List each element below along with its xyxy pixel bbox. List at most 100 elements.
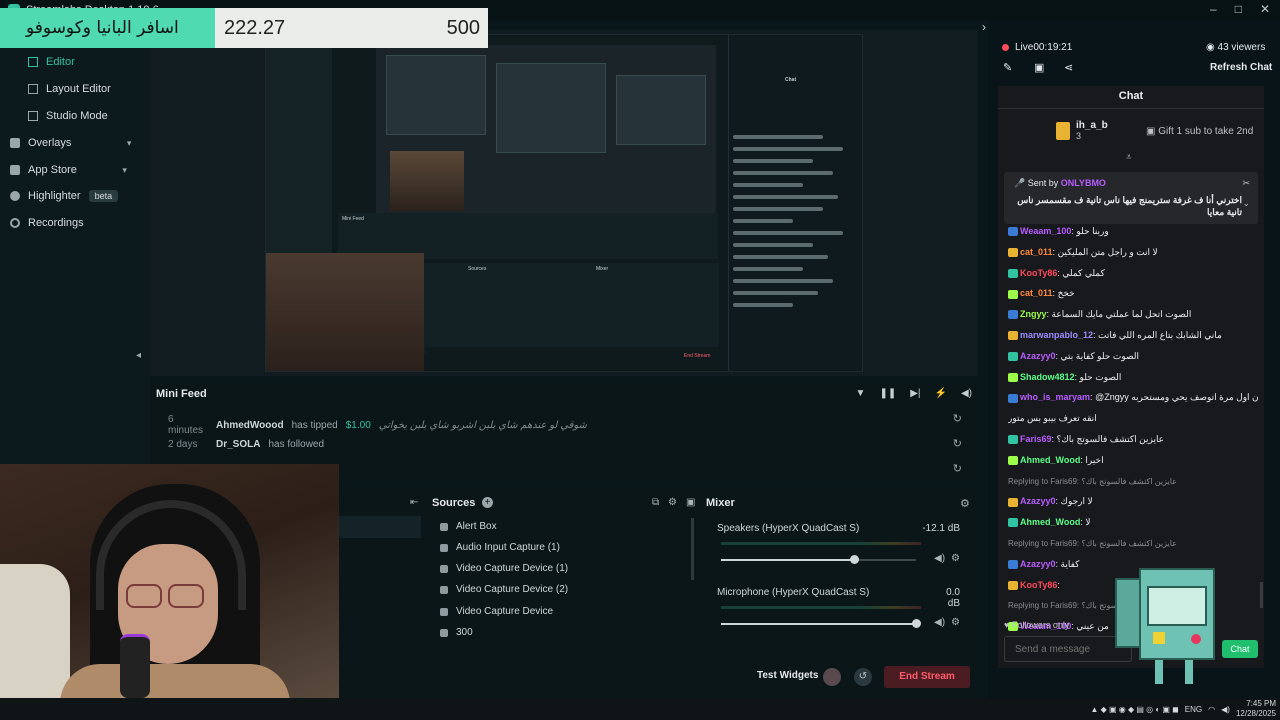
- mixer-title: Mixer: [706, 497, 735, 509]
- nav-overlays[interactable]: Overlays ▾: [10, 137, 131, 149]
- chat-username[interactable]: Ahmed_Wood: [1020, 455, 1080, 465]
- edit-icon[interactable]: ✎: [1003, 61, 1012, 74]
- source-toggle-icon[interactable]: ⧉: [652, 497, 659, 508]
- chat-username[interactable]: Ahmed_Wood: [1020, 517, 1080, 527]
- chat-username[interactable]: Azazyy0: [1020, 351, 1056, 361]
- volume-icon[interactable]: ◀): [1221, 705, 1230, 714]
- source-item[interactable]: Audio Input Capture (1): [440, 542, 560, 553]
- chat-username[interactable]: marwanpablo_12: [1020, 330, 1093, 340]
- chevron-down-icon[interactable]: ▾: [122, 165, 127, 176]
- chat-username[interactable]: Weaam_100: [1020, 226, 1071, 236]
- chat-username[interactable]: Faris69: [1020, 434, 1052, 444]
- nav-layout-editor[interactable]: Layout Editor: [28, 83, 111, 95]
- chat-badge-icon: [1008, 559, 1018, 569]
- sources-collapse-icon[interactable]: ⇤: [410, 497, 418, 508]
- volume-icon[interactable]: ◀): [961, 388, 972, 399]
- skip-icon[interactable]: ▶|: [910, 388, 920, 399]
- chat-username[interactable]: Azazyy0: [1020, 496, 1056, 506]
- record-button[interactable]: [823, 668, 841, 686]
- nav-editor[interactable]: Editor: [28, 56, 75, 68]
- preview-chat-line: [733, 183, 803, 187]
- add-source-icon[interactable]: +: [482, 497, 493, 508]
- repeat-alert-icon[interactable]: ↻: [953, 412, 962, 425]
- sources-scrollbar[interactable]: [691, 518, 694, 580]
- chat-message-input[interactable]: [1004, 636, 1132, 662]
- chevron-down-icon[interactable]: ▾: [127, 138, 132, 149]
- collapse-arrow-icon[interactable]: ⩡: [1126, 152, 1132, 163]
- nav-recordings[interactable]: Recordings: [10, 217, 84, 229]
- collapse-sidebar-icon[interactable]: ◂: [136, 350, 141, 361]
- nav-app-store[interactable]: App Store ▾: [10, 164, 127, 176]
- bmo-sticker: [1115, 568, 1219, 686]
- source-item[interactable]: Alert Box: [440, 521, 497, 532]
- chat-username[interactable]: cat_011: [1020, 247, 1053, 257]
- chat-username[interactable]: KooTy86: [1020, 268, 1057, 278]
- replay-buffer-icon[interactable]: ↺: [854, 668, 872, 686]
- chat-header-divider: [998, 108, 1264, 109]
- pause-icon[interactable]: ❚❚: [879, 388, 896, 399]
- chat-text: لا: [1085, 517, 1091, 528]
- source-item[interactable]: Video Capture Device (1): [440, 563, 568, 574]
- nav-studio-mode[interactable]: Studio Mode: [28, 110, 108, 122]
- gift-coin-icon: [1056, 122, 1070, 140]
- speaker-icon[interactable]: ◀): [934, 553, 945, 564]
- chat-username[interactable]: Shadow4812: [1020, 372, 1075, 382]
- chat-username[interactable]: KooTy86: [1020, 580, 1057, 590]
- source-item[interactable]: Video Capture Device (2): [440, 584, 568, 595]
- source-label: Audio Input Capture (1): [456, 542, 560, 553]
- preview-chat-line: [733, 231, 843, 235]
- wifi-icon[interactable]: ◠: [1208, 705, 1215, 714]
- mute-alerts-icon[interactable]: ⚡: [935, 388, 947, 399]
- clock-date: 12/28/2025: [1235, 709, 1276, 718]
- language-indicator[interactable]: ENG: [1185, 705, 1202, 714]
- folder-icon: [440, 628, 448, 637]
- live-time: 00:19:21: [1033, 42, 1073, 53]
- volume-slider-knob[interactable]: [849, 555, 859, 564]
- donation-goal-text: اسافر البانيا وكوسوفو: [26, 18, 179, 38]
- chat-username[interactable]: Azazyy0: [1020, 559, 1056, 569]
- test-widgets-button[interactable]: Test Widgets: [757, 670, 818, 681]
- chat-scrollbar[interactable]: [1260, 582, 1263, 608]
- preview-webcam-small: [390, 151, 464, 211]
- volume-slider[interactable]: [721, 555, 916, 564]
- source-settings-icon[interactable]: ⚙: [668, 497, 677, 508]
- source-folder-icon[interactable]: ▣: [686, 497, 695, 508]
- preview-sources-mixer: Sources Mixer: [424, 263, 719, 353]
- end-stream-button[interactable]: End Stream: [884, 666, 970, 688]
- volume-slider[interactable]: [721, 619, 921, 628]
- minimize-button[interactable]: –: [1210, 2, 1217, 16]
- maximize-button[interactable]: □: [1235, 2, 1242, 16]
- chat-username[interactable]: cat_011: [1020, 288, 1053, 298]
- clock[interactable]: 7:45 PM 12/28/2025: [1236, 699, 1276, 719]
- refresh-chat-button[interactable]: Refresh Chat: [1210, 62, 1272, 73]
- donation-goal-overlay: اسافر البانيا وكوسوفو 222.27 500: [0, 8, 488, 48]
- tray-icons[interactable]: ▲ ◆ ▣ ◉ ◆ ▤ ◎ ◐ ▣ ◼: [1090, 705, 1178, 714]
- popout-icon[interactable]: ▣: [1034, 61, 1044, 74]
- mixer-channel-db: 0.0 dB: [946, 587, 960, 609]
- chevron-right-icon[interactable]: ›: [982, 20, 986, 34]
- chat-send-button[interactable]: Chat: [1222, 640, 1258, 658]
- source-item[interactable]: Video Capture Device: [440, 606, 553, 617]
- windows-taskbar: ▲ ◆ ▣ ◉ ◆ ▤ ◎ ◐ ▣ ◼ ENG ◠ ◀) 7:45 PM 12/2…: [0, 698, 1280, 720]
- chevron-down-icon[interactable]: ⌄: [1242, 198, 1250, 209]
- repeat-alert-icon[interactable]: ↻: [953, 462, 962, 475]
- nav-highlighter[interactable]: Highlighter beta: [10, 190, 119, 202]
- filter-icon[interactable]: ▼: [856, 388, 866, 399]
- scene-item-selected[interactable]: [339, 516, 421, 538]
- bmo-leg: [1185, 660, 1193, 684]
- gear-icon[interactable]: ⚙: [951, 553, 960, 564]
- source-item[interactable]: 300: [440, 627, 473, 638]
- gear-icon[interactable]: ⚙: [951, 617, 960, 628]
- speaker-icon[interactable]: ◀): [934, 617, 945, 628]
- stream-preview[interactable]: Mini Feed Sources Mixer End Stream Chat: [265, 34, 863, 372]
- repeat-alert-icon[interactable]: ↻: [953, 437, 962, 450]
- chat-username[interactable]: who_is_maryam: [1020, 392, 1090, 402]
- unpin-icon[interactable]: ✂: [1242, 178, 1250, 189]
- volume-slider-knob[interactable]: [912, 619, 921, 628]
- mixer-settings-icon[interactable]: ⚙: [960, 497, 970, 510]
- chat-username[interactable]: Zngyy: [1020, 309, 1047, 319]
- live-label: Live: [1015, 42, 1034, 53]
- close-button[interactable]: ✕: [1260, 2, 1270, 16]
- share-icon[interactable]: ⋖: [1064, 61, 1073, 74]
- preview-mixer-label: Mixer: [596, 266, 609, 272]
